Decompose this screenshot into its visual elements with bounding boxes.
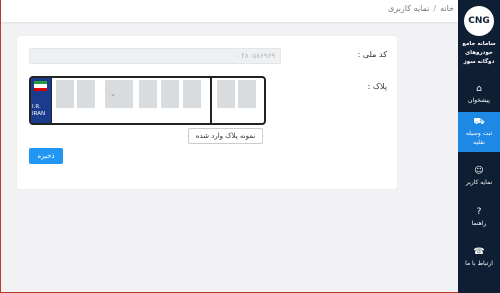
plate-digit-3[interactable]: [139, 80, 157, 108]
breadcrumb-home[interactable]: خانه: [440, 4, 454, 13]
national-id-value: ۰۴۸۰۵۸۶۹۶۹: [237, 52, 275, 60]
sidebar-item-label-line2: نقلیه: [473, 139, 485, 146]
breadcrumb: خانه/نمایه کاربری: [388, 4, 454, 13]
sidebar-item-contact[interactable]: ☎ ارتباط با ما: [458, 243, 500, 273]
plate-region-digit-1[interactable]: [217, 80, 235, 108]
app-title-line1: سامانه جامع: [462, 41, 496, 47]
sidebar-item-label: راهنما: [471, 220, 487, 227]
sidebar: CNG سامانه جامع خودروهای دوگانه سوز ⌂ پی…: [458, 0, 500, 293]
sidebar-item-label: نمایه کاربر: [465, 179, 493, 186]
top-bar: خانه/نمایه کاربری: [1, 0, 458, 22]
sidebar-item-user-profile[interactable]: ☺ نمایه کاربر: [458, 162, 500, 192]
breadcrumb-current: نمایه کاربری: [388, 4, 430, 13]
plate-divider: [210, 78, 212, 123]
sidebar-item-register-vehicle[interactable]: ⛟ ثبت وسیله نقلیه: [458, 112, 500, 152]
help-icon: ?: [476, 207, 482, 217]
app-title-line3: دوگانه سوز: [463, 59, 495, 65]
sidebar-item-label: ثبت وسیله: [465, 130, 493, 137]
sidebar-item-help[interactable]: ? راهنما: [458, 203, 500, 233]
plate-country-code: I.R. IRAN: [32, 104, 45, 118]
contact-icon: ☎: [473, 247, 485, 257]
sidebar-item-label: ارتباط با ما: [465, 260, 493, 267]
plate-region-digit-2[interactable]: [238, 80, 256, 108]
profile-form-card: کد ملی : ۰۴۸۰۵۸۶۹۶۹ پلاک : I.R. IRAN ⌄ ن…: [17, 36, 397, 189]
user-icon: ☺: [474, 166, 484, 176]
plate-digit-2[interactable]: [77, 80, 95, 108]
plate-country-line2: IRAN: [32, 111, 46, 117]
chevron-down-icon: ⌄: [110, 90, 116, 98]
sidebar-item-dashboard[interactable]: ⌂ پیشخوان: [458, 80, 500, 108]
save-button[interactable]: ذخیره: [29, 148, 63, 164]
plate-letter-select[interactable]: ⌄: [105, 80, 133, 108]
car-icon: ⛟: [473, 117, 485, 127]
cng-logo: CNG: [464, 6, 494, 36]
app-title: سامانه جامع خودروهای دوگانه سوز: [459, 40, 499, 67]
sidebar-item-label: پیشخوان: [468, 97, 490, 104]
national-id-field[interactable]: ۰۴۸۰۵۸۶۹۶۹: [29, 48, 281, 64]
breadcrumb-separator: /: [433, 4, 437, 13]
app-title-line2: خودروهای: [465, 50, 493, 56]
plate-country-line1: I.R.: [32, 104, 41, 110]
license-plate: I.R. IRAN ⌄: [29, 76, 266, 125]
national-id-label: کد ملی :: [357, 50, 387, 59]
plate-digit-4[interactable]: [161, 80, 179, 108]
sample-plate-button[interactable]: نمونه پلاک وارد شده: [188, 128, 263, 144]
plate-digit-1[interactable]: [56, 80, 74, 108]
home-icon: ⌂: [476, 84, 482, 94]
iran-flag-icon: [34, 81, 47, 91]
plate-country-strip: I.R. IRAN: [31, 78, 52, 123]
plate-digit-5[interactable]: [183, 80, 201, 108]
plate-label: پلاک :: [367, 82, 387, 91]
